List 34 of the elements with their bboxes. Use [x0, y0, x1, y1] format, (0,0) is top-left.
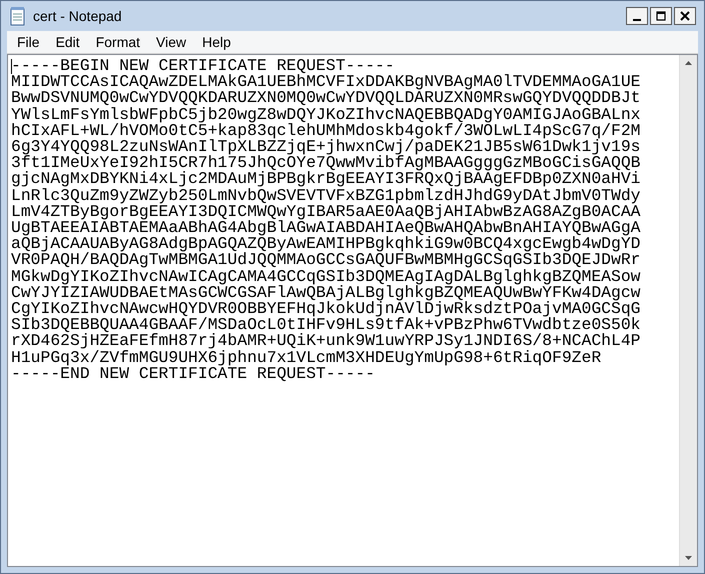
text-line: 6g3Y4YQQ98L2zuNsWAnIlTpXLBZZjqE+jhwxnCwj/paDEK21JB5sW61Dwk1jv19s — [11, 139, 641, 156]
text-line: aQBjACAAUAByAG8AdgBpAGQAZQByAwEAMIHPBgkqhkiG9w0BCQ4xgcEwgb4wDgYD — [11, 236, 641, 252]
text-line: UgBTAEEAIABTAEMAaABhAG4AbgBlAGwAIABDAHIAeQBwAHQAbwBnAHIAYQBwAGgA — [11, 220, 641, 236]
text-line: -----BEGIN NEW CERTIFICATE REQUEST----- — [11, 58, 395, 74]
text-line: hCIxAFL+WL/hVOMo0tC5+kap83qclehUMhMdoskb4gokf/3WOLwLI4pScG7q/F2M — [11, 122, 641, 140]
vertical-scrollbar[interactable] — [679, 55, 697, 566]
window-title: cert - Notepad — [33, 8, 123, 24]
text-line: MIIDWTCCAsICAQAwZDELMAkGA1UEBhMCVFIxDDAKBgNVBAgMA0lTVDEMMAoGA1UE — [11, 74, 641, 90]
text-line: SIb3DQEBBQUAA4GBAAF/MSDaOcL0tIHFv9HLs9tfAk+vPBzPhw6TVwdbtze0S50k — [11, 317, 641, 334]
minimize-icon — [633, 19, 641, 21]
text-line: CgYIKoZIhvcNAwcwHQYDVR0OBBYEFHqJkokUdjnAVlDjwRksdztPOajvMA0GCSqG — [11, 301, 641, 318]
text-line: YWlsLmFsYmlsbWFpbC5jb20wgZ8wDQYJKoZIhvcNAQEBBQADgY0AMIGJAoGBALnx — [11, 106, 641, 123]
text-line: -----END NEW CERTIFICATE REQUEST----- — [11, 366, 375, 382]
text-line: BwwDSVNUMQ0wCwYDVQQKDARUZXN0MQ0wCwYDVQQLDARUZXN0MRswGQYDVQQDDBJt — [11, 90, 641, 107]
maximize-icon — [656, 11, 666, 21]
text-line: 3ft1IMeUxYeI92hI5CR7h175JhQcOYe7QwwMvibfAgMBAAGgggGzMBoGCisGAQQB — [11, 155, 641, 172]
text-line: LnRlc3QuZm9yZWZyb250LmNvbQwSVEVTVFxBZG1pbmlzdHJhdG9yDAtJbmV0TWdy — [11, 188, 641, 204]
maximize-button[interactable] — [650, 7, 672, 25]
text-line: LmV4ZTByBgorBgEEAYI3DQICMWQwYgIBAR5aAE0AaQBjAHIAbwBzAG8AZgB0ACAA — [11, 204, 641, 220]
text-line: H1uPGq3x/ZVfmMGU9UHX6jphnu7x1VLcmM3XHDEUgYmUpG98+6tRiqOF9ZeR — [11, 350, 602, 366]
menu-item[interactable]: Help — [194, 34, 239, 50]
notepad-icon — [9, 6, 27, 26]
close-icon — [680, 11, 690, 21]
text-line: gjcNAgMxDBYKNi4xLjc2MDAuMjBPBgkrBgEEAYI3FRQxQjBAAgEFDBp0ZXN0aHVi — [11, 171, 641, 188]
menu-item[interactable]: Format — [88, 34, 148, 50]
text-line: rXD462SjHZEaFEfmH87rj4bAMR+UQiK+unk9W1uwYRPJSy1JNDI6S/8+NCAChL4P — [11, 333, 641, 350]
menu-item[interactable]: Edit — [48, 34, 88, 50]
text-line: MGkwDgYIKoZIhvcNAwICAgCAMA4GCCqGSIb3DQMEAgIAgDALBglghkgBZQMEASow — [11, 268, 641, 285]
menu-item[interactable]: File — [9, 34, 48, 50]
close-button[interactable] — [674, 7, 696, 25]
text-line: CwYJYIZIAWUDBAEtMAsGCWCGSAFlAwQBAjALBglghkgBZQMEAQUwBwYFKw4DAgcw — [11, 284, 641, 302]
minimize-button[interactable] — [626, 7, 648, 25]
menu-item[interactable]: View — [148, 34, 194, 50]
text-line: VR0PAQH/BAQDAgTwMBMGA1UdJQQMMAoGCCsGAQUFBwMBMHgGCSqGSIb3DQEJDwRr — [11, 252, 641, 269]
